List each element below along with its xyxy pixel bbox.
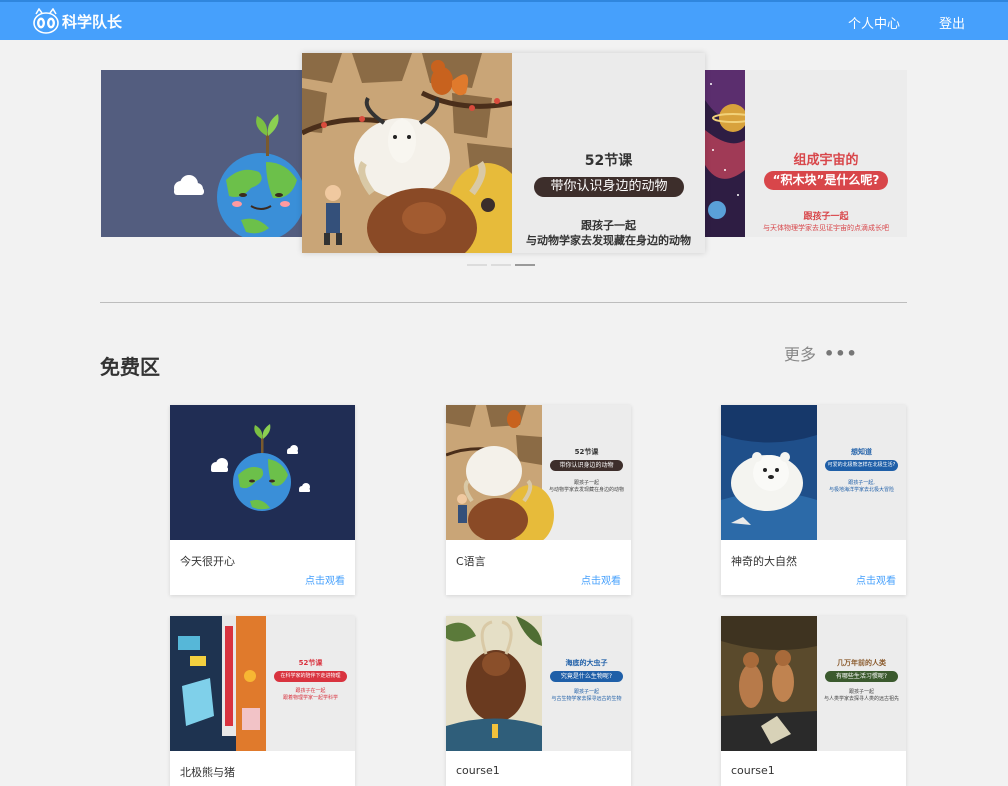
course-thumbnail: 几万年前的人类 有哪些生活习惯呢? 跟孩子一起 与人类学家去探寻人类的远古祖先	[721, 616, 906, 751]
thumbnail-line1: 跟孩子一起	[573, 689, 599, 695]
thumbnail-line2: 与人类学家去探寻人类的远古祖先	[823, 696, 899, 702]
thumbnail-heading: 几万年前的人类	[837, 659, 886, 667]
thumbnail-caption: 52节课 带你认识身边的动物 跟孩子一起 与动物学家去发现藏在身边的动物	[542, 405, 631, 540]
course-card[interactable]: 几万年前的人类 有哪些生活习惯呢? 跟孩子一起 与人类学家去探寻人类的远古祖先 …	[721, 616, 906, 786]
slide-animals-line2: 与动物学家去发现藏在身边的动物	[526, 234, 691, 247]
thumbnail-pill: 可爱的北极熊怎样在北极生活?	[825, 460, 898, 471]
slide-universe-text: 组成宇宙的 “积木块”是什么呢? 跟孩子一起 与天体物理学家去见证宇宙的点滴成长…	[745, 70, 907, 237]
slide-universe-line2: 与天体物理学家去见证宇宙的点滴成长吧	[763, 224, 889, 232]
course-card[interactable]: 今天很开心 点击观看	[170, 405, 355, 595]
slide-animals-title: 52节课	[584, 153, 633, 169]
thumbnail-line1: 跟孩子一起	[573, 480, 599, 486]
watch-link[interactable]: 点击观看	[581, 572, 621, 587]
brand-logo-link[interactable]: 科学队长	[32, 6, 122, 36]
course-thumbnail: 52节课 带你认识身边的动物 跟孩子一起 与动物学家去发现藏在身边的动物	[446, 405, 631, 540]
carousel-indicator-3[interactable]	[515, 264, 535, 266]
free-section-title: 免费区	[100, 355, 160, 379]
more-link[interactable]: 更多 •••	[784, 341, 858, 365]
more-label: 更多	[784, 345, 817, 364]
course-card[interactable]: 想知道 可爱的北极熊怎样在北极生活? 跟孩子一起, 与极地海洋学家去北极大冒险 …	[721, 405, 906, 595]
thumbnail-line2: 与古生物学家去探寻远古的生物	[551, 696, 622, 702]
carousel-indicators	[467, 264, 535, 266]
carousel-slide-earth[interactable]	[101, 70, 306, 237]
course-title: course1	[456, 764, 500, 777]
nav-profile-link[interactable]: 个人中心	[848, 13, 900, 32]
thumbnail-line2: 与极地海洋学家去北极大冒险	[828, 487, 894, 493]
thumbnail-pill: 在科学家的陪伴下走进物理	[274, 671, 347, 682]
section-divider	[100, 302, 907, 303]
course-card[interactable]: 52节课 带你认识身边的动物 跟孩子一起 与动物学家去发现藏在身边的动物 C语言…	[446, 405, 631, 595]
thumbnail-line1: 跟孩子一起,	[848, 480, 875, 486]
thumbnail-caption: 海底的大虫子 究竟是什么生物呢? 跟孩子一起 与古生物学家去探寻远古的生物	[542, 616, 631, 751]
course-thumbnail: 想知道 可爱的北极熊怎样在北极生活? 跟孩子一起, 与极地海洋学家去北极大冒险	[721, 405, 906, 540]
nav-logout-link[interactable]: 登出	[939, 13, 965, 32]
thumbnail-line2: 跟着物理学家一起学科学	[282, 695, 338, 701]
space-illustration	[705, 70, 745, 237]
course-thumbnail	[170, 405, 355, 540]
thumbnail-heading: 52节课	[298, 659, 323, 667]
earth-sprout-illustration	[101, 70, 306, 237]
thumbnail-pill: 带你认识身边的动物	[550, 460, 623, 471]
course-title: 神奇的大自然	[731, 555, 797, 568]
course-title: C语言	[456, 555, 486, 568]
carousel-slide-universe[interactable]: 组成宇宙的 “积木块”是什么呢? 跟孩子一起 与天体物理学家去见证宇宙的点滴成长…	[705, 70, 907, 237]
watch-link[interactable]: 点击观看	[856, 572, 896, 587]
thumbnail-line2: 与动物学家去发现藏在身边的动物	[548, 487, 624, 493]
thumbnail-heading: 52节课	[574, 448, 599, 456]
animals-illustration	[302, 53, 512, 253]
thumbnail-heading: 海底的大虫子	[565, 659, 608, 667]
watch-link[interactable]: 点击观看	[305, 572, 345, 587]
course-title: course1	[731, 764, 775, 777]
thumbnail-heading: 想知道	[851, 448, 872, 456]
owl-logo-icon	[33, 8, 59, 34]
thumbnail-caption: 52节课 在科学家的陪伴下走进物理 跟孩子在一起 跟着物理学家一起学科学	[266, 616, 355, 751]
carousel-indicator-1[interactable]	[467, 264, 487, 266]
course-thumbnail: 海底的大虫子 究竟是什么生物呢? 跟孩子一起 与古生物学家去探寻远古的生物	[446, 616, 631, 751]
slide-universe-line1: 跟孩子一起	[803, 212, 849, 222]
thumbnail-pill: 有哪些生活习惯呢?	[825, 671, 898, 682]
slide-animals-line1: 跟孩子一起	[581, 219, 636, 232]
thumbnail-pill: 究竟是什么生物呢?	[550, 671, 623, 682]
carousel-indicator-2[interactable]	[491, 264, 511, 266]
earth-sprout-thumbnail	[170, 405, 355, 540]
thumbnail-caption: 几万年前的人类 有哪些生活习惯呢? 跟孩子一起 与人类学家去探寻人类的远古祖先	[817, 616, 906, 751]
thumbnail-caption: 想知道 可爱的北极熊怎样在北极生活? 跟孩子一起, 与极地海洋学家去北极大冒险	[817, 405, 906, 540]
course-title: 今天很开心	[180, 555, 235, 568]
slide-universe-title: 组成宇宙的	[793, 153, 859, 168]
course-thumbnail: 52节课 在科学家的陪伴下走进物理 跟孩子在一起 跟着物理学家一起学科学	[170, 616, 355, 751]
thumbnail-line1: 跟孩子一起	[848, 689, 874, 695]
brand-name: 科学队长	[62, 12, 123, 31]
thumbnail-line1: 跟孩子在一起	[295, 688, 326, 694]
carousel-slide-animals[interactable]: 52节课 带你认识身边的动物 跟孩子一起 与动物学家去发现藏在身边的动物	[302, 53, 705, 253]
course-card[interactable]: 52节课 在科学家的陪伴下走进物理 跟孩子在一起 跟着物理学家一起学科学 北极熊…	[170, 616, 355, 786]
course-title: 北极熊与猪	[180, 766, 235, 779]
course-card[interactable]: 海底的大虫子 究竟是什么生物呢? 跟孩子一起 与古生物学家去探寻远古的生物 co…	[446, 616, 631, 786]
ellipsis-icon: •••	[824, 343, 858, 363]
banner-carousel[interactable]: 组成宇宙的 “积木块”是什么呢? 跟孩子一起 与天体物理学家去见证宇宙的点滴成长…	[101, 53, 907, 268]
top-navbar: 科学队长 个人中心 登出	[0, 0, 1008, 40]
slide-animals-text: 52节课 带你认识身边的动物 跟孩子一起 与动物学家去发现藏在身边的动物	[512, 53, 705, 253]
slide-animals-pill: 带你认识身边的动物	[534, 177, 684, 197]
slide-universe-pill: “积木块”是什么呢?	[764, 171, 888, 190]
